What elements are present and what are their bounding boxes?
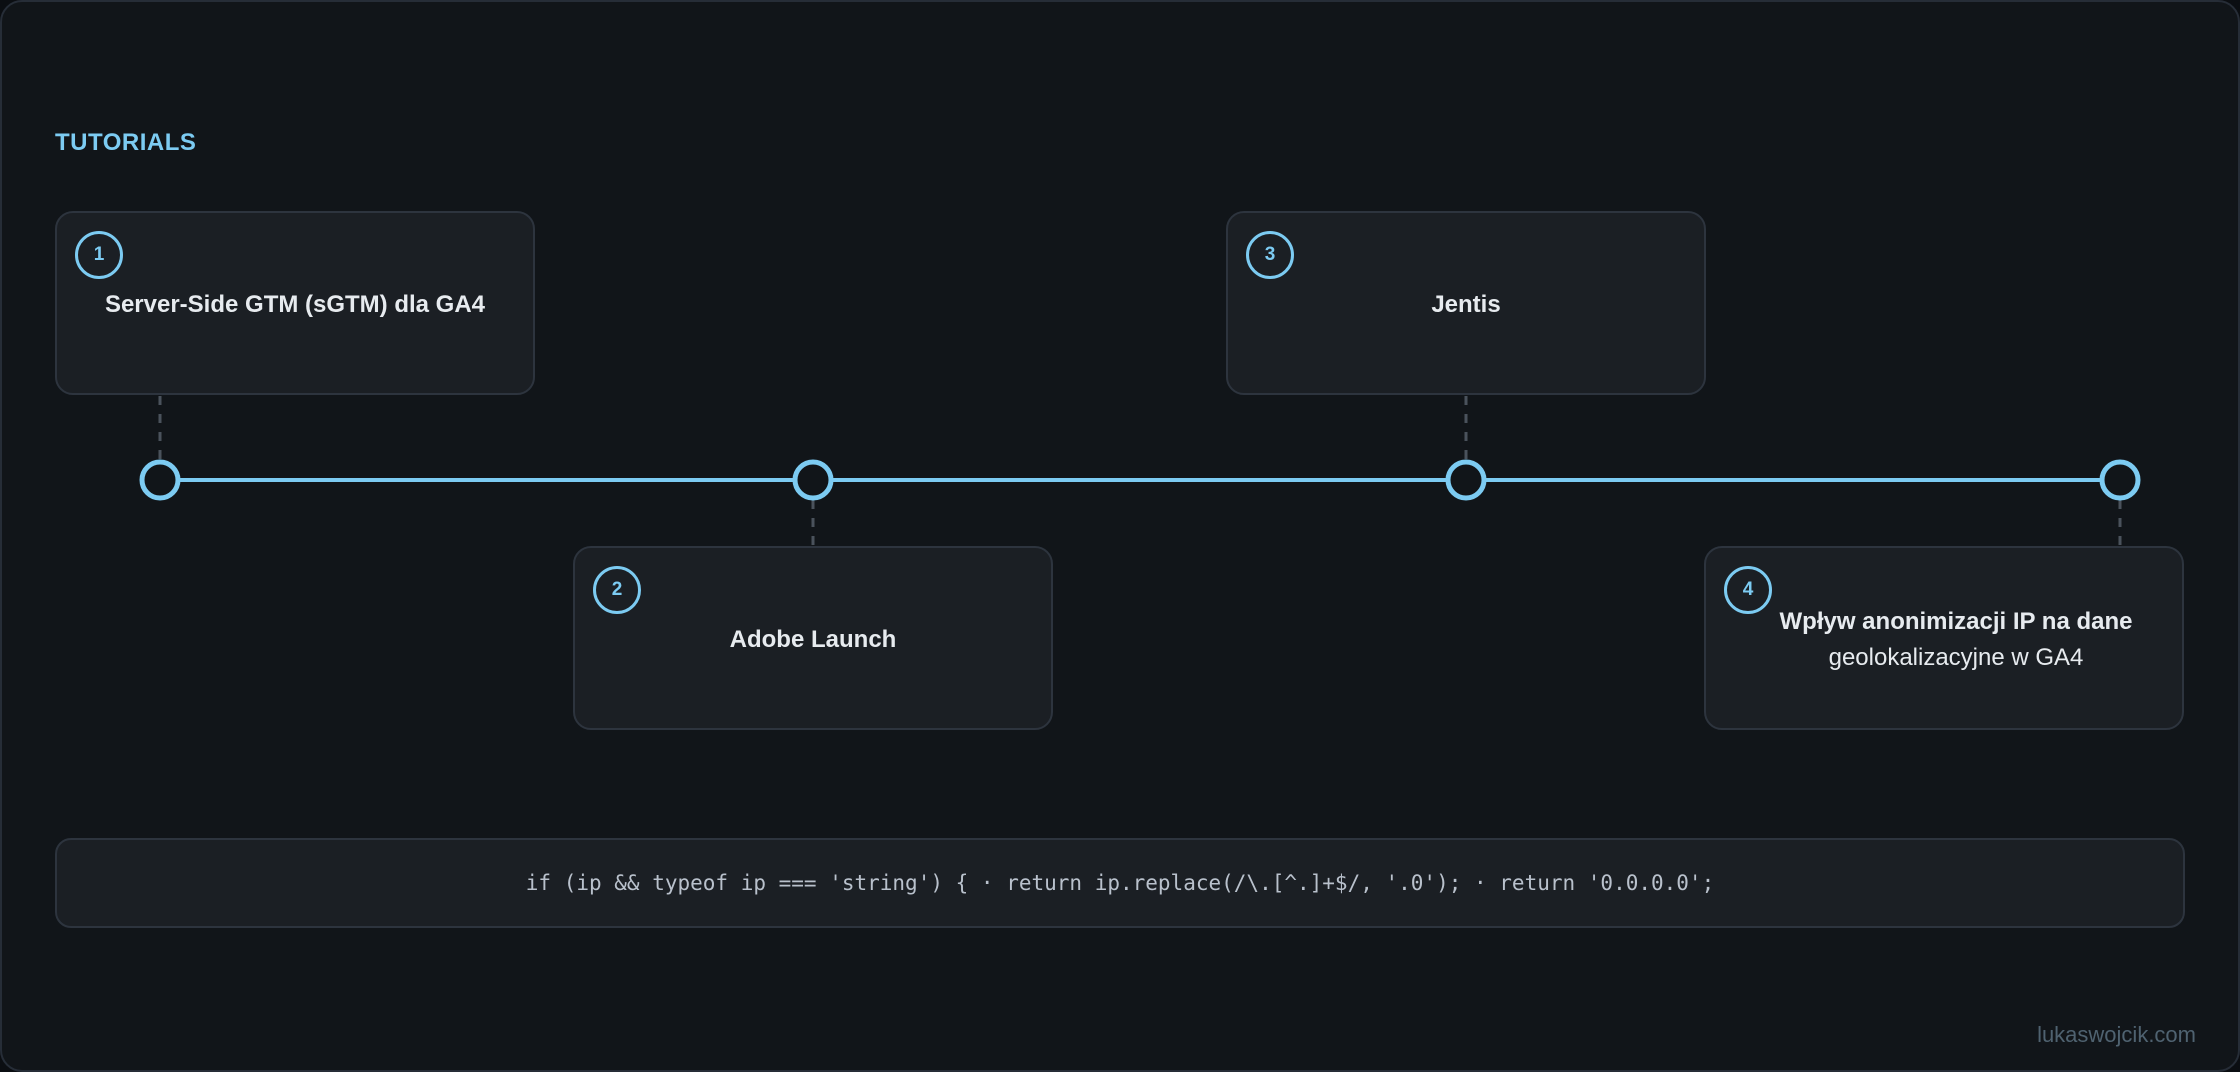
step-number-badge: 3 [1246, 231, 1294, 279]
tutorial-title: Jentis [1252, 287, 1680, 323]
timeline-node-3 [1445, 459, 1487, 501]
step-number-badge: 2 [593, 566, 641, 614]
tutorial-card-3[interactable]: 3 Jentis [1226, 211, 1706, 395]
tutorial-title-bold: Jentis [1431, 291, 1501, 318]
code-snippet-box: if (ip && typeof ip === 'string') { · re… [55, 838, 2185, 928]
tutorial-card-4[interactable]: 4 Wpływ anonimizacji IP na dane geolokal… [1704, 546, 2184, 730]
tutorial-card-2[interactable]: 2 Adobe Launch [573, 546, 1053, 730]
tutorial-title: Server-Side GTM (sGTM) dla GA4 [81, 287, 509, 323]
tutorial-title-bold: Adobe Launch [729, 626, 897, 653]
tutorial-title-rest: geolokalizacyjne w GA4 [1828, 644, 2084, 671]
tutorial-title-bold: Server-Side GTM (sGTM) dla GA4 [104, 291, 486, 318]
tutorial-card-1[interactable]: 1 Server-Side GTM (sGTM) dla GA4 [55, 211, 535, 395]
tutorial-title-bold: Wpływ anonimizacji IP na dane [1779, 608, 2133, 635]
step-number-badge: 1 [75, 231, 123, 279]
tutorial-title: Adobe Launch [599, 622, 1027, 658]
tutorial-title: Wpływ anonimizacji IP na dane geolokaliz… [1746, 604, 2166, 676]
timeline-node-2 [792, 459, 834, 501]
timeline-node-4 [2099, 459, 2141, 501]
timeline-node-1 [139, 459, 181, 501]
footer-site-label[interactable]: lukaswojcik.com [2037, 1022, 2196, 1048]
code-snippet: if (ip && typeof ip === 'string') { · re… [525, 871, 1715, 895]
